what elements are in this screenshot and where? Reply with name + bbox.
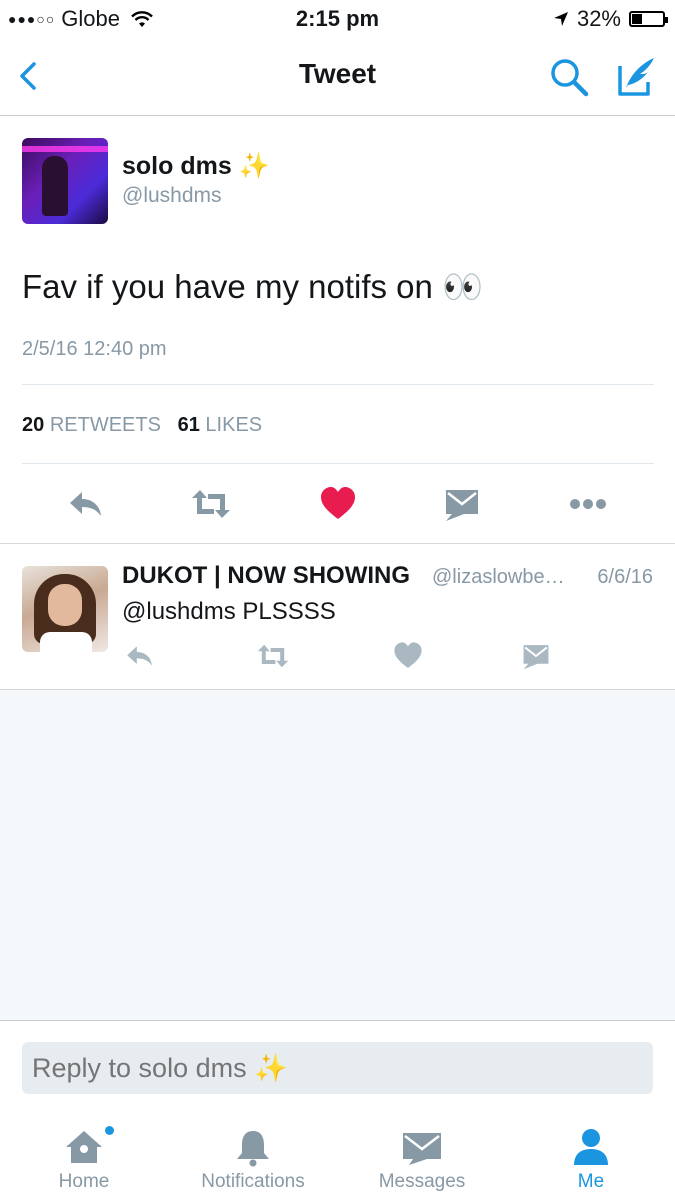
- tab-notifications[interactable]: Notifications: [169, 1115, 337, 1200]
- retweet-label: RETWEETS: [49, 414, 161, 436]
- envelope-icon: [403, 1133, 441, 1165]
- avatar[interactable]: [22, 138, 108, 224]
- like-label: LIKES: [205, 414, 263, 436]
- battery-percent: 32%: [576, 6, 621, 31]
- compose-tweet-icon[interactable]: [612, 52, 660, 100]
- direct-message-icon[interactable]: [522, 640, 550, 672]
- battery-icon: [629, 11, 668, 27]
- divider: [22, 384, 654, 385]
- reply-author-handle[interactable]: @lizaslowbe…: [432, 566, 565, 589]
- avatar-light-stripe: [22, 146, 108, 152]
- tweet-actions: [0, 478, 675, 528]
- reply-author-name[interactable]: DUKOT | NOW SHOWING: [122, 562, 410, 590]
- search-icon[interactable]: [548, 56, 590, 98]
- navigation-bar: Tweet: [0, 38, 675, 116]
- tweet-stats: 20 RETWEETS 61 LIKES: [22, 414, 262, 437]
- like-stat[interactable]: 61 LIKES: [178, 414, 263, 436]
- avatar-face: [48, 584, 82, 626]
- avatar-figure: [42, 156, 68, 216]
- author-handle[interactable]: @lushdms: [122, 184, 222, 208]
- reply-text: @lushdms PLSSSS: [122, 598, 336, 625]
- location-arrow-icon: [553, 12, 568, 26]
- empty-conversation-area: [0, 690, 675, 1020]
- notification-dot: [105, 1126, 114, 1135]
- heart-icon[interactable]: [392, 640, 424, 672]
- retweet-icon[interactable]: [256, 640, 290, 672]
- tab-home[interactable]: Home: [0, 1115, 168, 1200]
- heart-icon[interactable]: [318, 484, 358, 524]
- tab-label: Messages: [378, 1171, 466, 1192]
- status-bar: ●●●○○ Globe 2:15 pm 32%: [0, 0, 675, 38]
- reply-date: 6/6/16: [597, 566, 653, 588]
- reply-input[interactable]: [22, 1042, 653, 1094]
- main-tweet: solo dms ✨ @lushdms Fav if you have my n…: [0, 116, 675, 544]
- home-icon: [66, 1131, 102, 1163]
- direct-message-icon[interactable]: [444, 484, 480, 524]
- tab-messages[interactable]: Messages: [338, 1115, 506, 1200]
- reply-icon[interactable]: [124, 640, 156, 672]
- retweet-count: 20: [22, 414, 45, 436]
- status-right: 32%: [553, 6, 668, 32]
- bell-icon: [237, 1131, 269, 1167]
- battery-level: [632, 14, 642, 24]
- tab-label: Notifications: [201, 1171, 305, 1192]
- author-display-name[interactable]: solo dms ✨: [122, 152, 270, 181]
- divider: [22, 463, 654, 464]
- tab-me[interactable]: Me: [507, 1115, 675, 1200]
- tab-bar: Home Notifications Messages Me: [0, 1115, 675, 1200]
- more-options-icon[interactable]: [568, 484, 608, 524]
- tweet-timestamp: 2/5/16 12:40 pm: [22, 338, 167, 360]
- reply-tweet[interactable]: DUKOT | NOW SHOWING @lizaslowbe… 6/6/16 …: [0, 544, 675, 690]
- tab-label: Home: [58, 1171, 110, 1192]
- reply-actions: [0, 640, 675, 674]
- reply-icon[interactable]: [66, 484, 106, 524]
- reply-bar: [0, 1020, 675, 1116]
- retweet-stat[interactable]: 20 RETWEETS: [22, 414, 161, 436]
- like-count: 61: [177, 414, 200, 436]
- person-icon: [574, 1129, 608, 1165]
- tab-label: Me: [577, 1171, 605, 1192]
- tweet-text: Fav if you have my notifs on 👀: [22, 268, 484, 305]
- retweet-icon[interactable]: [190, 484, 232, 524]
